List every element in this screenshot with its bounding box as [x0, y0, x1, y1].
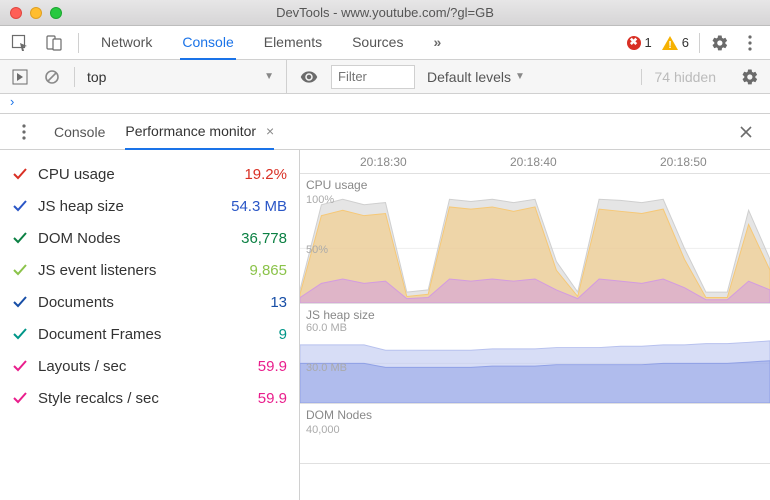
metric-label: Layouts / sec	[38, 358, 197, 375]
log-levels-selector[interactable]: Default levels ▼	[427, 69, 525, 85]
console-prompt[interactable]: ›	[0, 94, 770, 114]
y-tick: 40,000	[306, 424, 340, 436]
tab-console[interactable]: Console	[180, 27, 235, 60]
warning-count: 6	[682, 35, 689, 50]
metric-row[interactable]: Documents 13	[12, 286, 287, 318]
minimize-window-icon[interactable]	[30, 7, 42, 19]
chevron-down-icon: ▼	[264, 71, 274, 82]
tab-network[interactable]: Network	[99, 27, 154, 59]
zoom-window-icon[interactable]	[50, 7, 62, 19]
metric-value: 19.2%	[207, 166, 287, 183]
chart-title: DOM Nodes	[306, 408, 372, 422]
metric-list: CPU usage 19.2% JS heap size 54.3 MB DOM Nod…	[0, 150, 300, 500]
tab-overflow-icon[interactable]: »	[431, 27, 443, 59]
prompt-caret-icon: ›	[10, 94, 14, 109]
metric-row[interactable]: DOM Nodes 36,778	[12, 222, 287, 254]
y-tick: 30.0 MB	[306, 362, 347, 374]
drawer-tab-label: Performance monitor	[125, 123, 256, 139]
metric-label: JS heap size	[38, 198, 197, 215]
checkmark-icon	[12, 262, 28, 278]
window-titlebar: DevTools - www.youtube.com/?gl=GB	[0, 0, 770, 26]
window-title: DevTools - www.youtube.com/?gl=GB	[0, 5, 770, 20]
chart-title: JS heap size	[306, 308, 375, 322]
y-tick: 50%	[306, 244, 328, 256]
context-selector[interactable]: top ▼	[87, 60, 287, 93]
panel-tabs: Network Console Elements Sources »	[99, 27, 443, 59]
checkmark-icon	[12, 230, 28, 246]
toggle-sidebar-icon[interactable]	[10, 67, 30, 87]
metric-value: 59.9	[207, 358, 287, 375]
warning-count-badge[interactable]: ! 6	[662, 35, 689, 50]
checkmark-icon	[12, 358, 28, 374]
checkmark-icon	[12, 390, 28, 406]
drawer-tab-performance-monitor[interactable]: Performance monitor ×	[125, 114, 274, 150]
metric-value: 13	[207, 294, 287, 311]
y-tick: 100%	[306, 194, 334, 206]
metric-row[interactable]: Document Frames 9	[12, 318, 287, 350]
warning-icon: !	[662, 36, 678, 50]
devtools-top-toolbar: Network Console Elements Sources » ✖ 1 !…	[0, 26, 770, 60]
metric-value: 59.9	[207, 390, 287, 407]
drawer-tab-console[interactable]: Console	[54, 115, 105, 149]
device-toolbar-icon[interactable]	[44, 33, 64, 53]
checkmark-icon	[12, 166, 28, 182]
tab-sources[interactable]: Sources	[350, 27, 405, 59]
error-icon: ✖	[627, 36, 641, 50]
chart-cpu-usage: CPU usage 100% 50%	[300, 174, 770, 304]
checkmark-icon	[12, 326, 28, 342]
y-tick: 60.0 MB	[306, 322, 347, 334]
metric-row[interactable]: JS event listeners 9,865	[12, 254, 287, 286]
time-tick: 20:18:40	[510, 155, 557, 169]
settings-icon[interactable]	[710, 33, 730, 53]
tab-elements[interactable]: Elements	[262, 27, 324, 59]
performance-monitor-panel: CPU usage 19.2% JS heap size 54.3 MB DOM Nod…	[0, 150, 770, 500]
metric-label: CPU usage	[38, 166, 197, 183]
svg-text:!: !	[668, 40, 671, 50]
metric-row[interactable]: JS heap size 54.3 MB	[12, 190, 287, 222]
live-expression-icon[interactable]	[299, 67, 319, 87]
close-drawer-icon[interactable]	[736, 122, 756, 142]
close-tab-icon[interactable]: ×	[266, 123, 274, 139]
metric-label: JS event listeners	[38, 262, 197, 279]
time-tick: 20:18:50	[660, 155, 707, 169]
metric-row[interactable]: Style recalcs / sec 59.9	[12, 382, 287, 414]
metric-value: 9,865	[207, 262, 287, 279]
drawer-more-icon[interactable]	[14, 122, 34, 142]
hidden-messages-count[interactable]: 74 hidden	[641, 69, 728, 85]
close-window-icon[interactable]	[10, 7, 22, 19]
console-toolbar: top ▼ Default levels ▼ 74 hidden	[0, 60, 770, 94]
more-options-icon[interactable]	[740, 33, 760, 53]
checkmark-icon	[12, 294, 28, 310]
metric-label: DOM Nodes	[38, 230, 197, 247]
metric-row[interactable]: Layouts / sec 59.9	[12, 350, 287, 382]
separator	[74, 67, 75, 87]
error-count-badge[interactable]: ✖ 1	[627, 35, 652, 50]
separator	[699, 33, 700, 53]
chevron-down-icon: ▼	[515, 71, 525, 82]
drawer-toolbar: Console Performance monitor ×	[0, 114, 770, 150]
traffic-lights	[0, 7, 62, 19]
metric-label: Style recalcs / sec	[38, 390, 197, 407]
metric-value: 9	[207, 326, 287, 343]
error-count: 1	[645, 35, 652, 50]
chart-js-heap: JS heap size 60.0 MB 30.0 MB	[300, 304, 770, 404]
chart-dom-nodes: DOM Nodes 40,000	[300, 404, 770, 464]
metric-label: Documents	[38, 294, 197, 311]
metric-label: Document Frames	[38, 326, 197, 343]
chart-title: CPU usage	[306, 178, 367, 192]
console-settings-icon[interactable]	[740, 67, 760, 87]
log-levels-label: Default levels	[427, 69, 511, 85]
clear-console-icon[interactable]	[42, 67, 62, 87]
time-axis: 20:18:30 20:18:40 20:18:50	[300, 150, 770, 174]
inspect-element-icon[interactable]	[10, 33, 30, 53]
time-tick: 20:18:30	[360, 155, 407, 169]
checkmark-icon	[12, 198, 28, 214]
filter-input[interactable]	[331, 65, 415, 89]
separator	[78, 33, 79, 53]
chart-area: 20:18:30 20:18:40 20:18:50 CPU usage 100…	[300, 150, 770, 500]
metric-value: 54.3 MB	[207, 198, 287, 215]
context-label: top	[87, 69, 106, 85]
metric-row[interactable]: CPU usage 19.2%	[12, 158, 287, 190]
metric-value: 36,778	[207, 230, 287, 247]
